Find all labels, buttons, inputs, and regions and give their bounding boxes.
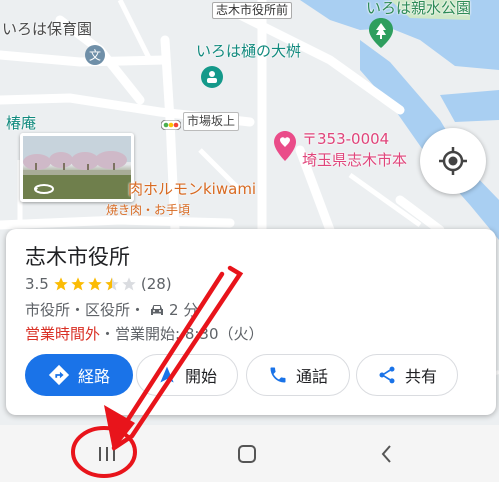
recent-apps-button[interactable]: [72, 425, 142, 482]
map-label-city-hall-front[interactable]: 志木市役所前: [212, 2, 293, 19]
directions-label: 経路: [77, 367, 110, 386]
star-full-icon: [54, 277, 68, 291]
map-label-restaurant[interactable]: 肉ホルモンkiwami: [128, 178, 256, 199]
start-button[interactable]: 開始: [136, 354, 238, 396]
my-location-icon: [439, 147, 467, 175]
map-label-address[interactable]: 埼玉県志木市本: [302, 149, 407, 170]
star-half-icon: [105, 277, 119, 291]
traffic-light-icon: [160, 115, 182, 134]
category-row: 市役所・区役所・ 2 分: [25, 299, 198, 320]
directions-button[interactable]: 経路: [25, 354, 133, 396]
phone-icon: [270, 367, 286, 383]
my-location-button[interactable]: [420, 128, 486, 194]
recent-apps-icon: [99, 446, 115, 461]
map-label-nursery[interactable]: いろは保育園: [2, 18, 92, 39]
selected-place-pin-icon[interactable]: [274, 131, 296, 165]
360-view-icon: [33, 180, 55, 199]
call-button[interactable]: 通話: [246, 354, 350, 396]
car-icon: [151, 304, 164, 315]
hours-row[interactable]: 営業時間外・営業開始: 8:30（火）: [25, 323, 264, 344]
review-count[interactable]: (28): [141, 275, 172, 293]
rating-row[interactable]: 3.5 (28): [25, 275, 172, 293]
map-label-ichiba-sakaue[interactable]: 市場坂上: [183, 112, 240, 131]
place-card[interactable]: 志木市役所 3.5 (28) 市役所・区役所・ 2 分 営業時間外・営業開始: …: [6, 229, 496, 415]
map-label-keyaki[interactable]: いろは樋の大桝: [196, 40, 301, 61]
star-full-icon: [71, 277, 85, 291]
street-view-thumbnail[interactable]: [20, 133, 134, 202]
android-nav-bar: [0, 425, 499, 482]
share-button[interactable]: 共有: [356, 354, 458, 396]
share-label: 共有: [404, 367, 437, 386]
rating-value: 3.5: [25, 275, 49, 293]
home-button[interactable]: [212, 425, 282, 482]
back-button[interactable]: [352, 425, 422, 482]
back-icon: [381, 444, 391, 463]
map-label-restaurant-sub: 焼き肉・お手頃: [106, 203, 191, 217]
place-title: 志木市役所: [25, 245, 130, 269]
status-closed: 営業時間外: [25, 325, 101, 343]
opening-time: ・営業開始: 8:30（火）: [100, 325, 264, 343]
star-full-icon: [88, 277, 102, 291]
map-label-tsubakian[interactable]: 椿庵: [6, 112, 36, 133]
home-icon: [238, 444, 256, 463]
start-label: 開始: [184, 367, 217, 386]
drive-time: 2 分: [169, 301, 199, 319]
star-empty-icon: [122, 277, 136, 291]
directions-icon: [48, 364, 70, 386]
attraction-pin-icon[interactable]: [200, 65, 224, 93]
map-label-shinsui-park[interactable]: いろは親水公園: [366, 0, 471, 18]
map-label-postal[interactable]: 〒353-0004: [302, 128, 389, 149]
svg-text:文: 文: [89, 48, 101, 63]
navigation-arrow-icon: [160, 366, 174, 383]
place-category: 市役所・区役所・: [25, 301, 146, 319]
call-label: 通話: [295, 367, 328, 386]
park-pin-icon[interactable]: [369, 18, 393, 52]
rating-stars: [53, 276, 137, 292]
school-pin-icon[interactable]: 文: [84, 44, 106, 70]
share-icon: [379, 366, 395, 384]
